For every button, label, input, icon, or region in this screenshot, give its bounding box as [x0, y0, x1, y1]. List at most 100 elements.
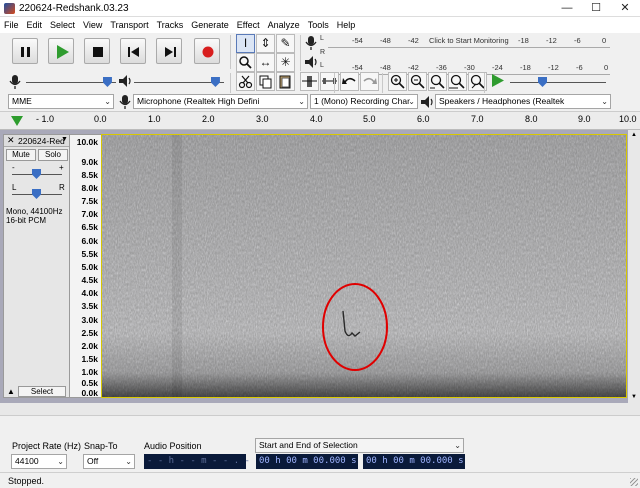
skip-to-start-button[interactable]: [120, 38, 146, 64]
selection-start-field[interactable]: 00 h 00 m 00.000 s: [256, 454, 358, 469]
spectrogram-view[interactable]: [101, 134, 627, 398]
menu-generate[interactable]: Generate: [187, 17, 233, 33]
play-at-speed-slider[interactable]: [510, 75, 606, 88]
recording-device-dropdown[interactable]: Microphone (Realtek High Defini ⌄: [133, 94, 308, 109]
zoom-out-button[interactable]: [408, 72, 427, 91]
menu-tools[interactable]: Tools: [304, 17, 333, 33]
edit-toolbar-clipboard: [234, 72, 306, 92]
zoom-tool[interactable]: [236, 53, 255, 72]
audio-host-dropdown[interactable]: MME ⌄: [8, 94, 114, 109]
snap-to-dropdown[interactable]: Off ⌄: [83, 454, 135, 469]
pan-thumb[interactable]: [32, 189, 41, 199]
recording-channels-dropdown[interactable]: 1 (Mono) Recording Char ⌄: [310, 94, 418, 109]
stop-button[interactable]: [84, 38, 110, 64]
multi-tool[interactable]: ✳: [276, 53, 295, 72]
toolbar-divider: [230, 73, 231, 93]
ruler-tick: 2.0: [202, 114, 215, 124]
scroll-up-icon[interactable]: ▲: [631, 132, 637, 138]
recording-volume-slider[interactable]: [26, 75, 116, 88]
ruler-tick: 4.0: [310, 114, 323, 124]
toolbar-area: I ⇕ ✎ ↔ ✳ L -54 -48 -42 Click to Start M…: [0, 33, 640, 111]
recording-volume-thumb[interactable]: [102, 77, 112, 87]
cut-button[interactable]: [236, 72, 255, 91]
selection-end-field[interactable]: 00 h 00 m 00.000 s: [363, 454, 465, 469]
close-icon[interactable]: ✕: [610, 0, 640, 17]
track-menu-icon[interactable]: ▼: [61, 136, 68, 143]
play-head-marker-icon[interactable]: [10, 115, 24, 127]
record-meter-left[interactable]: L -54 -48 -42 Click to Start Monitoring …: [320, 35, 610, 48]
undo-button[interactable]: [340, 72, 359, 91]
record-button[interactable]: [194, 38, 220, 64]
vertical-scrollbar[interactable]: ▲ ▼: [628, 130, 640, 415]
playback-meter-speaker-icon[interactable]: [304, 55, 318, 69]
resize-grip-icon[interactable]: [630, 478, 638, 486]
envelope-tool[interactable]: ⇕: [256, 34, 275, 53]
solo-button[interactable]: Solo: [38, 149, 68, 161]
horizontal-scrollbar[interactable]: [0, 403, 628, 415]
menu-effect[interactable]: Effect: [233, 17, 264, 33]
playback-volume-thumb[interactable]: [210, 77, 220, 87]
play-at-speed-icon: [492, 74, 504, 87]
menu-view[interactable]: View: [79, 17, 106, 33]
skip-start-icon: [128, 47, 139, 57]
paste-button[interactable]: [276, 72, 295, 91]
menu-select[interactable]: Select: [46, 17, 79, 33]
menu-transport[interactable]: Transport: [106, 17, 152, 33]
menu-tracks[interactable]: Tracks: [153, 17, 188, 33]
cut-icon: [238, 75, 253, 89]
record-icon: [202, 46, 214, 58]
track-close-icon[interactable]: ✕: [7, 135, 15, 146]
snap-to-label: Snap-To: [84, 441, 118, 451]
play-at-speed-thumb[interactable]: [538, 77, 547, 87]
menu-help[interactable]: Help: [333, 17, 360, 33]
skip-to-end-button[interactable]: [156, 38, 182, 64]
zoom-in-icon: [390, 74, 405, 89]
menu-edit[interactable]: Edit: [23, 17, 47, 33]
stop-icon: [93, 47, 103, 57]
transport-toolbar: [0, 33, 230, 71]
play-at-speed-button[interactable]: [488, 72, 507, 91]
zoom-in-button[interactable]: [388, 72, 407, 91]
menu-analyze[interactable]: Analyze: [264, 17, 304, 33]
status-bar: Stopped.: [0, 472, 640, 488]
gain-thumb[interactable]: [32, 169, 41, 179]
silence-icon: [322, 78, 337, 84]
draw-tool[interactable]: ✎: [276, 34, 295, 53]
gain-slider[interactable]: [12, 167, 62, 180]
project-rate-dropdown[interactable]: 44100 ⌄: [11, 454, 67, 469]
record-meter-right[interactable]: R: [320, 49, 610, 62]
pause-button[interactable]: [12, 38, 38, 64]
trim-button[interactable]: [300, 72, 319, 91]
play-button[interactable]: [48, 38, 74, 64]
playback-volume-slider[interactable]: [134, 75, 224, 88]
selection-tool[interactable]: I: [236, 34, 255, 53]
fit-project-button[interactable]: [448, 72, 467, 91]
redo-button[interactable]: [360, 72, 379, 91]
track-name[interactable]: 220624-Red: [18, 136, 65, 146]
select-track-button[interactable]: Select: [18, 386, 66, 397]
start-monitoring-prompt[interactable]: Click to Start Monitoring: [429, 36, 509, 45]
scroll-down-icon[interactable]: ▼: [631, 394, 637, 400]
selection-mode-dropdown[interactable]: Start and End of Selection ⌄: [255, 438, 464, 453]
toolbar-divider: [382, 73, 383, 93]
timeline-ruler[interactable]: - 1.0 0.0 1.0 2.0 3.0 4.0 5.0 6.0 7.0 8.…: [0, 111, 640, 130]
silence-button[interactable]: [320, 72, 339, 91]
audio-position-field[interactable]: - - h - - m - - . - - - s: [144, 454, 282, 469]
menu-file[interactable]: File: [0, 17, 23, 33]
ruler-tick: 5.0: [363, 114, 376, 124]
minimize-icon[interactable]: —: [552, 0, 582, 17]
fit-selection-button[interactable]: [428, 72, 447, 91]
chevron-down-icon: ⌄: [408, 97, 415, 106]
collapse-track-icon[interactable]: ▲: [7, 387, 15, 396]
record-meter-mic-icon[interactable]: [304, 35, 318, 51]
copy-button[interactable]: [256, 72, 275, 91]
track-control-panel[interactable]: ✕ 220624-Red ▼ Mute Solo - + L R Mono, 4…: [3, 134, 70, 398]
fit-selection-icon: [430, 74, 445, 89]
playback-device-dropdown[interactable]: Speakers / Headphones (Realtek ⌄: [435, 94, 611, 109]
mute-button[interactable]: Mute: [6, 149, 36, 161]
maximize-icon[interactable]: ☐: [581, 0, 611, 17]
track-header: ✕ 220624-Red ▼: [4, 135, 69, 147]
time-shift-tool[interactable]: ↔: [256, 53, 275, 72]
pan-slider[interactable]: [12, 187, 62, 200]
title-bar: 220624-Redshank.03.23 — ☐ ✕: [0, 0, 640, 17]
